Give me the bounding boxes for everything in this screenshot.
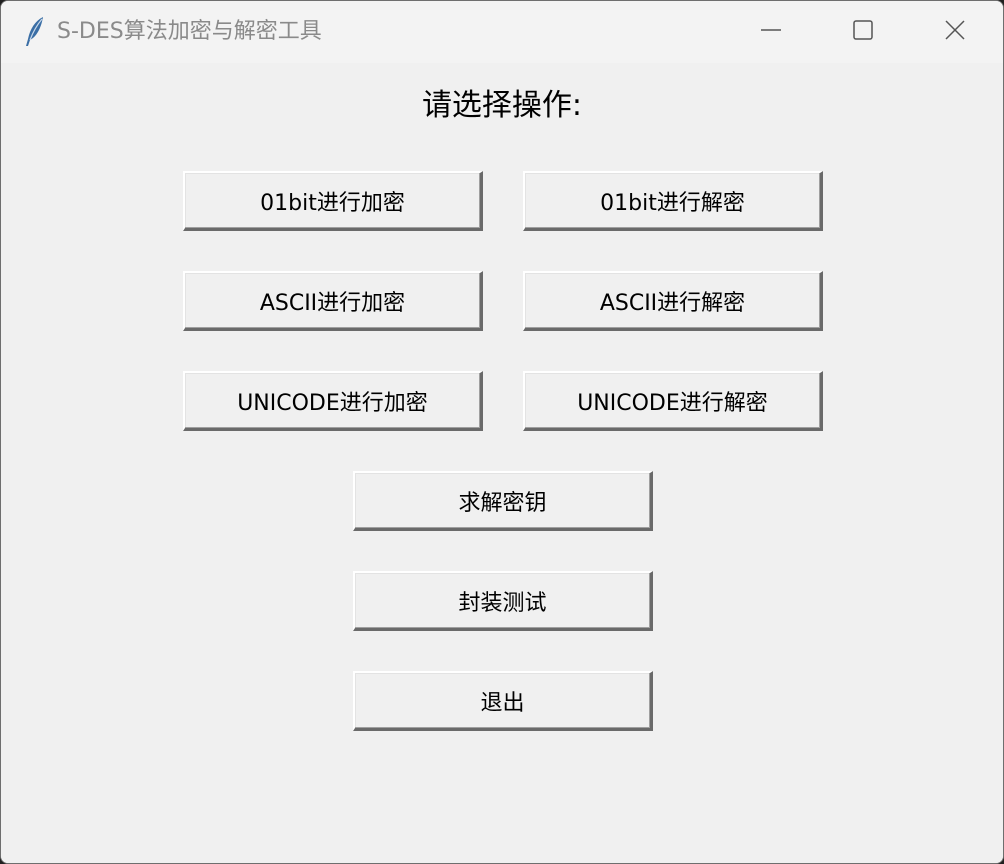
solve-key-button[interactable]: 求解密钥 bbox=[353, 471, 653, 531]
feather-icon bbox=[23, 15, 47, 49]
window-title: S-DES算法加密与解密工具 bbox=[57, 19, 322, 44]
ascii-decrypt-button[interactable]: ASCII进行解密 bbox=[523, 271, 823, 331]
exit-button[interactable]: 退出 bbox=[353, 671, 653, 731]
maximize-button[interactable] bbox=[817, 1, 909, 63]
maximize-icon bbox=[852, 19, 874, 45]
unicode-decrypt-button[interactable]: UNICODE进行解密 bbox=[523, 371, 823, 431]
title-bar[interactable]: S-DES算法加密与解密工具 bbox=[1, 1, 1003, 63]
main-content: 请选择操作: 01bit进行加密 01bit进行解密 ASCII进行加密 ASC… bbox=[1, 63, 1003, 863]
ascii-encrypt-button[interactable]: ASCII进行加密 bbox=[183, 271, 483, 331]
bit-encrypt-button[interactable]: 01bit进行加密 bbox=[183, 171, 483, 231]
close-icon bbox=[944, 19, 966, 45]
app-window: S-DES算法加密与解密工具 请选择操作: 01bit进行加密 01bit进行解… bbox=[0, 0, 1004, 864]
package-test-button[interactable]: 封装测试 bbox=[353, 571, 653, 631]
unicode-encrypt-button[interactable]: UNICODE进行加密 bbox=[183, 371, 483, 431]
operation-prompt: 请选择操作: bbox=[421, 88, 583, 123]
minimize-button[interactable] bbox=[725, 1, 817, 63]
close-button[interactable] bbox=[909, 1, 1001, 63]
minimize-icon bbox=[760, 19, 782, 45]
bit-decrypt-button[interactable]: 01bit进行解密 bbox=[523, 171, 823, 231]
